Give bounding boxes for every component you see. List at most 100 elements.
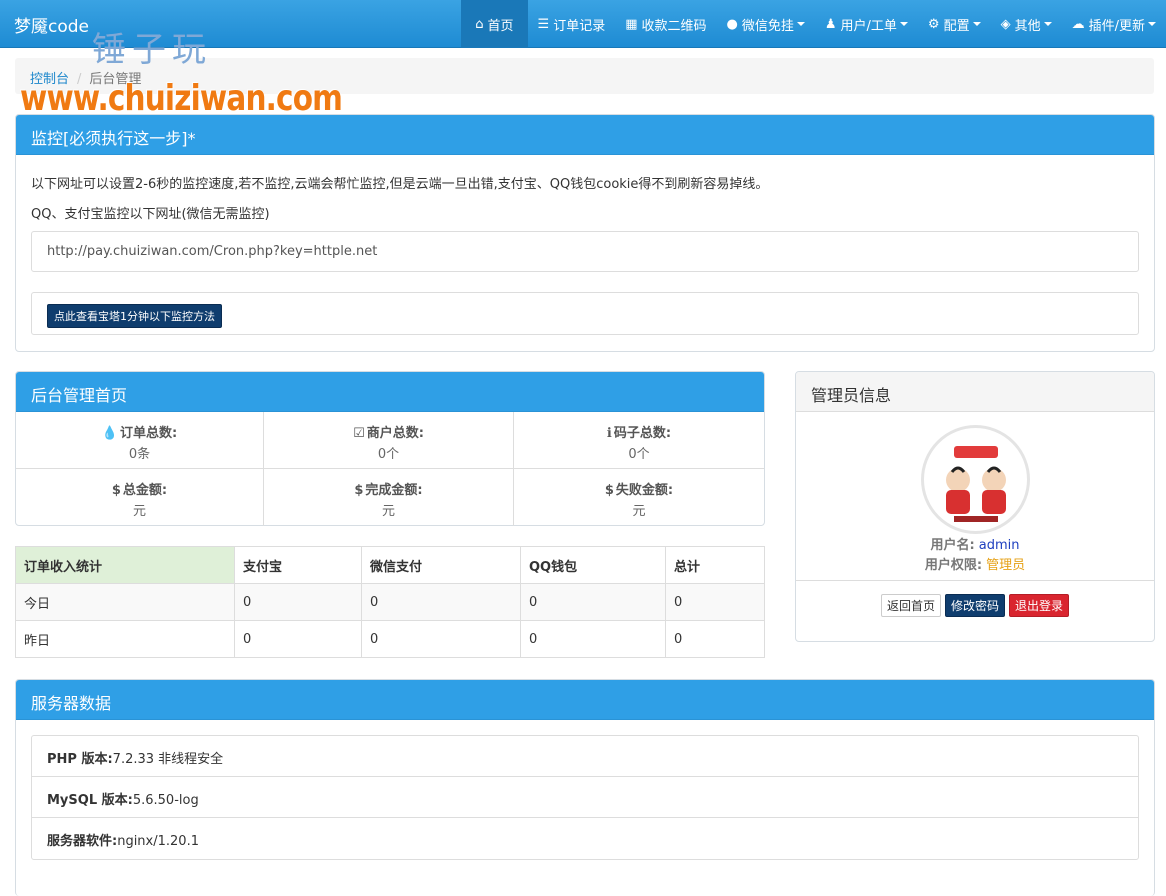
stat-label: 商户总数:	[366, 426, 424, 441]
stat-label: 完成金额:	[365, 483, 423, 498]
qrcode-icon: ▦	[625, 16, 638, 32]
wechat-icon: ●	[726, 16, 738, 32]
monitor-method-button[interactable]: 点此查看宝塔1分钟以下监控方法	[47, 304, 222, 328]
server-info-label: MySQL 版本:	[47, 793, 133, 808]
income-table: 订单收入统计 支付宝 微信支付 QQ钱包 总计 今日 0 0 0 0 昨日 0 …	[15, 546, 765, 658]
nav-wechat-label: 微信免挂	[741, 18, 794, 34]
table-header: 订单收入统计	[15, 546, 235, 584]
gear-icon: ⚙	[927, 16, 940, 32]
nav-config[interactable]: ⚙ 配置	[918, 0, 991, 48]
server-info-value: 5.6.50-log	[132, 793, 199, 808]
change-password-button[interactable]: 修改密码	[944, 594, 1005, 617]
table-header: 总计	[665, 546, 765, 584]
watermark-url: www.chuiziwan.com	[20, 78, 343, 119]
table-header-row: 订单收入统计 支付宝 微信支付 QQ钱包 总计	[15, 546, 765, 584]
username-value: admin	[978, 538, 1020, 553]
nav-users-label: 用户/工单	[840, 18, 897, 34]
chevron-down-icon	[796, 22, 805, 26]
dashboard-panel-title: 后台管理首页	[16, 372, 764, 412]
admin-info-panel: 管理员信息 用户名: admin 用户权限: 管理员 返回首页 修改密码 退出登…	[795, 371, 1155, 642]
server-panel-title: 服务器数据	[16, 680, 1154, 720]
stat-label: 总金额:	[122, 483, 168, 498]
table-cell: 0	[520, 583, 666, 621]
nav-wechat[interactable]: ● 微信免挂	[717, 0, 815, 48]
stat-value: 元	[632, 504, 646, 519]
stats-grid: 💧 订单总数: 0条 ☑ 商户总数: 0个 ℹ 码子总数: 0个 $ 总金额: 元 $ 完…	[16, 412, 764, 526]
table-row: 昨日 0 0 0 0	[15, 620, 765, 658]
table-cell: 今日	[15, 583, 235, 621]
logout-button[interactable]: 退出登录	[1009, 594, 1070, 617]
divider	[796, 580, 1154, 581]
nav-home-label: 首页	[487, 18, 514, 34]
stat-codes: ℹ 码子总数: 0个	[514, 412, 764, 469]
list-icon: ☰	[537, 16, 550, 32]
chevron-down-icon	[899, 22, 908, 26]
brand-logo[interactable]: 梦魇code	[14, 12, 89, 37]
monitor-url-field[interactable]: http://pay.chuiziwan.com/Cron.php?key=ht…	[31, 231, 1139, 272]
list-item: PHP 版本:7.2.33 非线程安全	[32, 736, 1138, 777]
main-nav: ⌂ 首页 ☰ 订单记录 ▦ 收款二维码 ● 微信免挂 ♟ 用户/工单 ⚙ 配置 …	[461, 0, 1166, 48]
role-value: 管理员	[986, 558, 1026, 573]
admin-role-line: 用户权限: 管理员	[796, 554, 1154, 573]
back-home-button[interactable]: 返回首页	[880, 594, 941, 617]
username-label: 用户名:	[930, 538, 975, 553]
stat-value: 0个	[628, 447, 650, 462]
monitor-panel-title: 监控[必须执行这一步]*	[16, 115, 1154, 155]
table-cell: 0	[361, 583, 521, 621]
monitor-panel: 监控[必须执行这一步]* 以下网址可以设置2-6秒的监控速度,若不监控,云端会帮…	[15, 114, 1155, 352]
nav-plugins-label: 插件/更新	[1088, 18, 1145, 34]
table-cell: 0	[665, 620, 765, 658]
box-icon: ◈	[1000, 16, 1011, 32]
avatar	[921, 425, 1030, 534]
stat-merchants: ☑ 商户总数: 0个	[264, 412, 514, 469]
chevron-down-icon	[972, 22, 981, 26]
server-panel: 服务器数据 PHP 版本:7.2.33 非线程安全 MySQL 版本:5.6.5…	[15, 679, 1155, 896]
monitor-button-container: 点此查看宝塔1分钟以下监控方法	[31, 292, 1139, 335]
admin-button-group: 返回首页 修改密码 退出登录	[796, 594, 1154, 617]
server-info-label: 服务器软件:	[47, 834, 118, 849]
stat-value: 元	[132, 504, 146, 519]
dollar-icon: $	[604, 483, 614, 498]
nav-qrcode[interactable]: ▦ 收款二维码	[615, 0, 716, 48]
dollar-icon: $	[354, 483, 364, 498]
nav-orders-label: 订单记录	[553, 18, 606, 34]
table-header: 支付宝	[234, 546, 362, 584]
list-item: 服务器软件:nginx/1.20.1	[32, 818, 1138, 859]
list-item: MySQL 版本:5.6.50-log	[32, 777, 1138, 818]
table-cell: 0	[234, 583, 362, 621]
stat-label: 失败金额:	[615, 483, 674, 498]
watermark-chinese: 锤子玩	[92, 30, 212, 70]
chevron-down-icon	[1043, 22, 1052, 26]
nav-other[interactable]: ◈ 其他	[991, 0, 1062, 48]
nav-config-label: 配置	[943, 18, 970, 34]
monitor-note: QQ、支付宝监控以下网址(微信无需监控)	[31, 207, 270, 222]
nav-qrcode-label: 收款二维码	[641, 18, 707, 34]
table-cell: 昨日	[15, 620, 235, 658]
chevron-down-icon	[1148, 22, 1156, 26]
table-header: QQ钱包	[520, 546, 666, 584]
admin-username-line: 用户名: admin	[796, 534, 1154, 553]
table-cell: 0	[665, 583, 765, 621]
server-info-list: PHP 版本:7.2.33 非线程安全 MySQL 版本:5.6.50-log …	[31, 735, 1139, 860]
stat-total-amount: $ 总金额: 元	[16, 469, 264, 526]
stat-value: 元	[381, 504, 395, 519]
stat-label: 订单总数:	[119, 426, 178, 441]
nav-users[interactable]: ♟ 用户/工单	[815, 0, 918, 48]
server-info-label: PHP 版本:	[47, 752, 113, 767]
stat-value: 0条	[128, 447, 151, 462]
table-header: 微信支付	[361, 546, 521, 584]
table-cell: 0	[520, 620, 666, 658]
info-icon: ℹ	[606, 426, 612, 441]
table-row: 今日 0 0 0 0	[15, 583, 765, 621]
stat-failed-amount: $ 失败金额: 元	[514, 469, 764, 526]
dashboard-panel: 后台管理首页 💧 订单总数: 0条 ☑ 商户总数: 0个 ℹ 码子总数: 0个 $ 总金…	[15, 371, 765, 526]
nav-home[interactable]: ⌂ 首页	[461, 0, 528, 48]
nav-orders[interactable]: ☰ 订单记录	[528, 0, 616, 48]
cloud-icon: ☁	[1071, 16, 1085, 32]
nav-plugins[interactable]: ☁ 插件/更新	[1062, 0, 1166, 48]
dollar-icon: $	[111, 483, 121, 498]
stat-value: 0个	[377, 447, 400, 462]
user-icon: ♟	[824, 16, 837, 32]
drop-icon: 💧	[101, 426, 118, 441]
stat-label: 码子总数:	[613, 426, 672, 441]
